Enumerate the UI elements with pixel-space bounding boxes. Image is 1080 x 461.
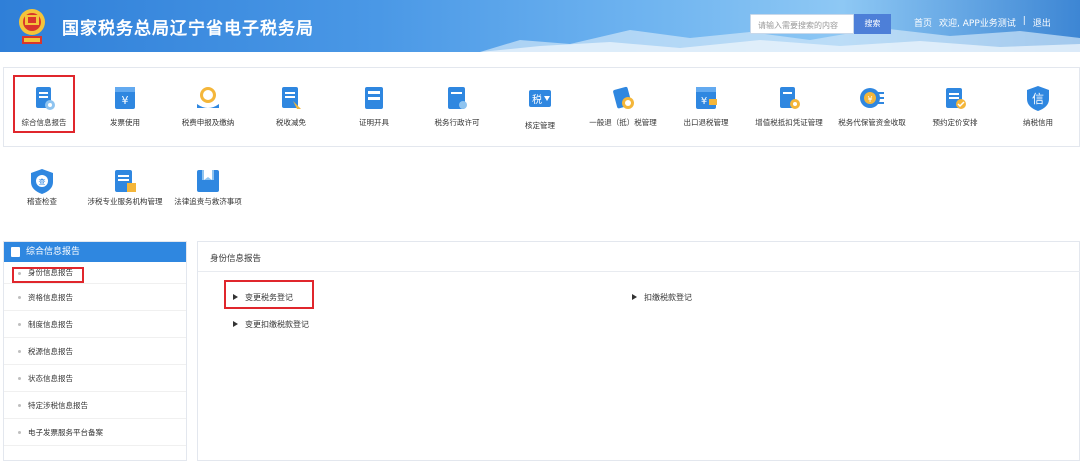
sidebar-item-tax-source[interactable]: 税源信息报告 <box>4 338 186 365</box>
site-title: 国家税务总局辽宁省电子税务局 <box>62 19 314 39</box>
bullet-icon <box>18 404 21 407</box>
menu-item-agency[interactable]: 涉税专业服务机构管理 <box>85 167 165 239</box>
menu-item-inspection[interactable]: 查 稽查检查 <box>2 167 82 239</box>
sidebar-item-label: 资格信息报告 <box>28 293 73 302</box>
license-icon <box>448 87 467 109</box>
menu-item-license[interactable]: 税务行政许可 <box>417 84 497 156</box>
menu-item-export-refund[interactable]: ¥ 出口退税管理 <box>666 84 746 156</box>
home-link[interactable]: 首页 <box>914 16 932 29</box>
tax-reduction-icon <box>282 87 301 109</box>
law-icon <box>197 170 219 192</box>
sidebar-item-qualification[interactable]: 资格信息报告 <box>4 284 186 311</box>
menu-item-pricing[interactable]: 预约定价安排 <box>915 84 995 156</box>
invoice-icon: ¥ <box>115 87 135 109</box>
menu-label: 预约定价安排 <box>932 118 978 127</box>
custody-fund-icon: ¥ <box>860 88 884 108</box>
sidebar-item-label: 制度信息报告 <box>28 320 73 329</box>
triangle-right-icon <box>233 321 238 327</box>
sidebar-item-label: 税源信息报告 <box>28 347 73 356</box>
sidebar-item-specific[interactable]: 特定涉税信息报告 <box>4 392 186 419</box>
menu-item-certificate[interactable]: 证明开具 <box>334 84 414 156</box>
separator: | <box>1022 16 1026 26</box>
menu-label: 法律追责与救济事项 <box>174 197 242 206</box>
link-withholding-registration[interactable]: 扣缴税款登记 <box>632 292 692 303</box>
refund-icon <box>613 86 634 109</box>
document-icon <box>11 247 20 257</box>
page-title: 身份信息报告 <box>210 254 262 264</box>
sidebar-title: 综合信息报告 <box>26 247 81 257</box>
pricing-icon <box>946 88 966 109</box>
menu-item-vat-voucher[interactable]: 增值税抵扣凭证管理 <box>749 84 829 156</box>
menu-label: 一般退（抵）税管理 <box>589 118 657 127</box>
selected-menu-highlight <box>13 75 75 133</box>
vat-voucher-icon <box>780 87 800 109</box>
menu-label: 发票使用 <box>110 118 140 127</box>
active-item-highlight <box>12 267 84 283</box>
sidebar-item-e-invoice[interactable]: 电子发票服务平台备案 <box>4 419 186 446</box>
bullet-icon <box>18 431 21 434</box>
sidebar-item-status[interactable]: 状态信息报告 <box>4 365 186 392</box>
tax-emblem-icon <box>19 9 45 44</box>
top-banner: 国家税务总局辽宁省电子税务局 请输入需要搜索的内容 搜索 首页 欢迎, APP业… <box>0 0 1080 52</box>
menu-item-tax-payment[interactable]: 税费申报及缴纳 <box>168 84 248 156</box>
inspection-icon: 查 <box>31 169 53 194</box>
menu-label: 核定管理 <box>525 121 555 130</box>
tax-assessment-icon: 税 <box>529 90 551 107</box>
svg-text:税: 税 <box>532 93 542 106</box>
svg-text:信: 信 <box>1032 92 1044 106</box>
svg-text:查: 查 <box>39 177 46 186</box>
certificate-icon <box>365 87 383 109</box>
divider <box>198 271 1080 272</box>
sidebar-item-label: 特定涉税信息报告 <box>28 401 88 410</box>
search-button[interactable]: 搜索 <box>854 14 891 34</box>
link-label: 扣缴税款登记 <box>644 293 692 302</box>
sidebar-item-label: 状态信息报告 <box>28 374 73 383</box>
agency-icon <box>115 170 136 192</box>
menu-item-law[interactable]: 法律追责与救济事项 <box>168 167 248 239</box>
logout-link[interactable]: 退出 <box>1033 16 1051 29</box>
menu-item-refund[interactable]: 一般退（抵）税管理 <box>583 84 663 156</box>
search-input[interactable]: 请输入需要搜索的内容 <box>750 14 854 34</box>
sidebar-item-system[interactable]: 制度信息报告 <box>4 311 186 338</box>
header-links: 首页 欢迎, APP业务测试 | 退出 <box>914 16 1051 29</box>
bullet-icon <box>18 323 21 326</box>
tax-payment-icon <box>197 87 219 108</box>
welcome-text: 欢迎, APP业务测试 <box>939 19 1016 29</box>
triangle-right-icon <box>632 294 637 300</box>
link-label: 变更扣缴税款登记 <box>245 320 309 329</box>
main-panel: 身份信息报告 <box>197 241 1080 461</box>
menu-label: 纳税信用 <box>1023 118 1053 127</box>
menu-label: 税务代保管资金收取 <box>838 118 906 127</box>
menu-item-assessment[interactable]: 税 核定管理 <box>500 84 580 156</box>
menu-item-invoice[interactable]: ¥ 发票使用 <box>85 84 165 156</box>
bullet-icon <box>18 377 21 380</box>
link-highlight <box>224 280 314 309</box>
svg-text:¥: ¥ <box>867 95 872 104</box>
svg-text:¥: ¥ <box>701 96 707 107</box>
menu-label: 税费申报及缴纳 <box>181 118 235 127</box>
bullet-icon <box>18 296 21 299</box>
link-change-withholding-registration[interactable]: 变更扣缴税款登记 <box>233 319 309 330</box>
menu-item-custody-fund[interactable]: ¥ 税务代保管资金收取 <box>832 84 912 156</box>
svg-text:¥: ¥ <box>122 94 129 107</box>
menu-label: 证明开具 <box>359 118 389 127</box>
menu-label: 增值税抵扣凭证管理 <box>755 118 823 127</box>
menu-item-tax-reduction[interactable]: 税收减免 <box>251 84 331 156</box>
menu-label: 税收减免 <box>276 118 306 127</box>
menu-label: 税务行政许可 <box>434 118 480 127</box>
sidebar-item-label: 电子发票服务平台备案 <box>28 428 103 437</box>
bullet-icon <box>18 350 21 353</box>
menu-item-credit[interactable]: 信 纳税信用 <box>998 84 1078 156</box>
menu-label: 稽查检查 <box>27 197 57 206</box>
menu-label: 出口退税管理 <box>683 118 729 127</box>
menu-label: 涉税专业服务机构管理 <box>87 197 163 206</box>
credit-icon: 信 <box>1027 86 1049 111</box>
export-refund-icon: ¥ <box>696 87 717 109</box>
sidebar-header: 综合信息报告 <box>4 242 186 262</box>
